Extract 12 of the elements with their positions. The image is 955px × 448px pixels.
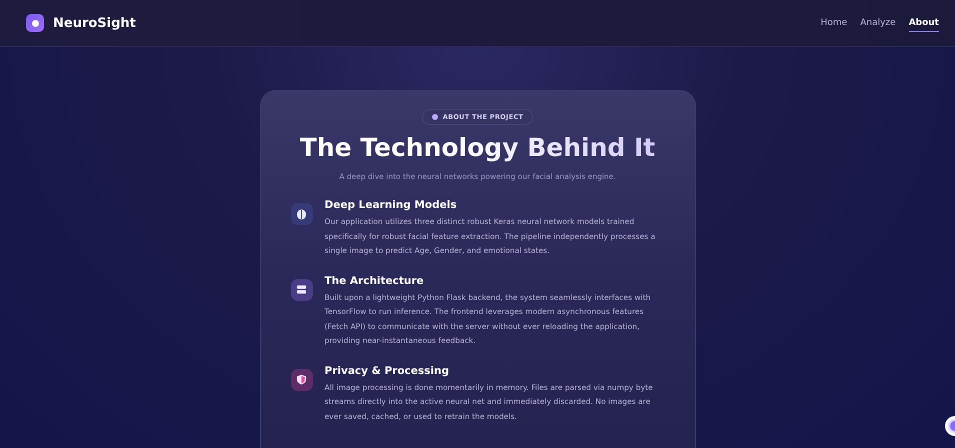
nav-link[interactable]: Home (820, 14, 848, 32)
brand-name: NeuroSight (53, 16, 136, 30)
server-icon (296, 284, 307, 295)
feature-title: The Architecture (324, 274, 425, 286)
dot-icon (432, 114, 438, 120)
brain-icon (296, 208, 307, 220)
feature-title: Deep Learning Models (324, 199, 458, 211)
feature-title: Privacy & Processing (324, 364, 450, 376)
nav-link[interactable]: Analyze (860, 14, 896, 32)
nav-link[interactable]: About (908, 14, 939, 32)
shield-icon (296, 374, 307, 385)
logo-icon (26, 14, 44, 32)
